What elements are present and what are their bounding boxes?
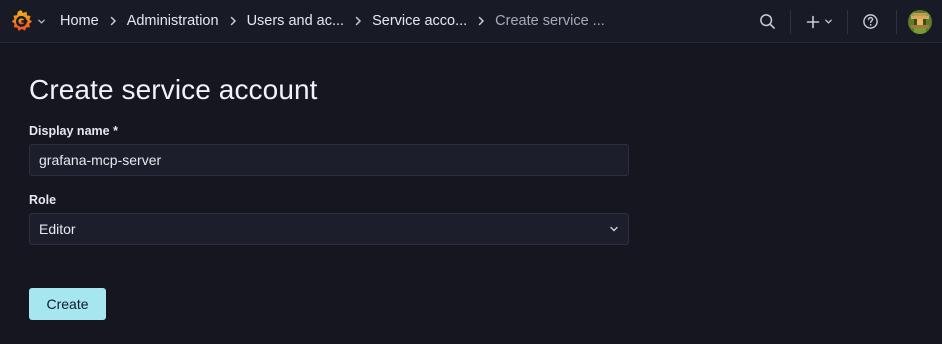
chevron-down-icon: [824, 19, 832, 24]
search-button[interactable]: [750, 13, 784, 30]
search-icon: [759, 14, 775, 29]
new-menu-button[interactable]: [795, 15, 843, 29]
divider: [790, 9, 791, 34]
breadcrumb-users-and-access[interactable]: Users and ac...: [247, 13, 345, 29]
page-title: Create service account: [29, 74, 318, 105]
main-content: Create service account Display name * gr…: [29, 73, 629, 245]
divider: [896, 9, 897, 34]
display-name-label: Display name *: [29, 124, 118, 138]
role-select[interactable]: Editor: [29, 213, 629, 245]
display-name-value: grafana-mcp-server: [39, 152, 162, 168]
top-navigation-bar: Home Administration Users and ac... Serv…: [0, 0, 942, 43]
role-select-value: Editor: [39, 221, 76, 237]
home-logo-button[interactable]: [8, 8, 46, 34]
display-name-input[interactable]: grafana-mcp-server: [29, 144, 629, 176]
create-button[interactable]: Create: [29, 288, 106, 320]
role-label: Role: [29, 193, 57, 207]
chevron-right-icon: [229, 16, 237, 26]
help-icon: [862, 14, 878, 29]
user-avatar-icon: [908, 9, 932, 34]
chevron-down-icon: [37, 17, 46, 26]
help-button[interactable]: [850, 13, 890, 30]
chevron-down-icon: [610, 226, 618, 232]
chevron-right-icon: [109, 16, 117, 26]
breadcrumb-home[interactable]: Home: [60, 13, 99, 29]
plus-icon: [806, 15, 819, 28]
chevron-right-icon: [477, 16, 485, 26]
grafana-logo-icon: [11, 10, 33, 31]
chevron-right-icon: [354, 16, 362, 26]
breadcrumb-administration[interactable]: Administration: [127, 13, 219, 29]
divider: [847, 9, 848, 34]
breadcrumb: Home Administration Users and ac... Serv…: [60, 13, 605, 29]
breadcrumb-create-service-account: Create service ...: [495, 13, 605, 29]
breadcrumb-service-accounts[interactable]: Service acco...: [372, 13, 467, 29]
avatar[interactable]: [908, 9, 932, 34]
topbar-tools: [750, 0, 942, 43]
